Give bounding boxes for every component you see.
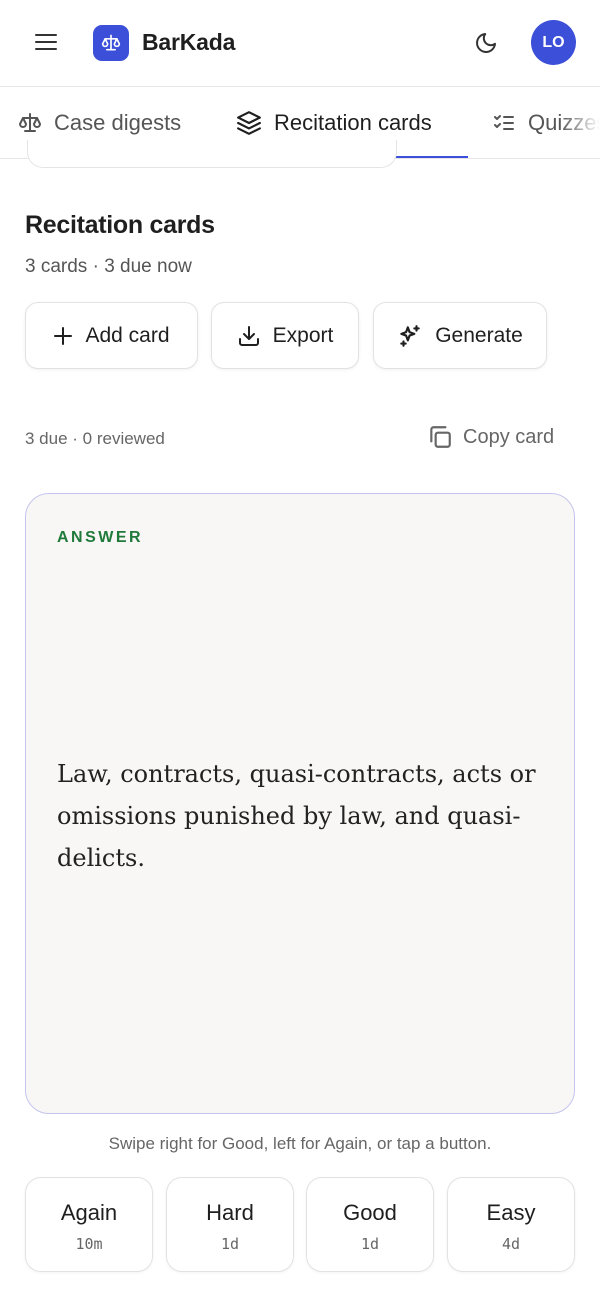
rating-label: Easy — [486, 1200, 536, 1225]
rate-easy-button[interactable]: Easy 4d — [447, 1177, 575, 1272]
download-icon — [238, 325, 259, 346]
rating-interval: 1d — [220, 1235, 240, 1253]
section-subtitle: 3 cards · 3 due now — [25, 256, 192, 277]
button-label: Generate — [435, 323, 523, 347]
checklist-icon — [494, 115, 514, 130]
rating-interval: 1d — [360, 1235, 380, 1253]
section-title: Recitation cards — [25, 211, 215, 239]
moon-icon — [476, 33, 496, 53]
scrolled-pill-remnant — [27, 140, 397, 168]
card-answer-text: Law, contracts, quasi-contracts, acts or… — [57, 760, 536, 872]
card-side-label: ANSWER — [57, 529, 144, 546]
plus-icon — [54, 326, 73, 345]
scales-icon — [101, 34, 121, 51]
sparkles-icon — [400, 324, 420, 347]
rating-interval: 10m — [75, 1235, 103, 1253]
button-label: Copy card — [463, 425, 555, 448]
generate-button[interactable]: Generate — [373, 302, 547, 369]
tab-label: Case digests — [54, 110, 182, 135]
tab-scroll-fade — [560, 88, 600, 158]
copy-icon — [430, 426, 451, 448]
rate-good-button[interactable]: Good 1d — [306, 1177, 434, 1272]
scales-icon — [19, 113, 41, 132]
tab-label: Recitation cards — [274, 110, 432, 135]
rating-label: Again — [60, 1200, 118, 1225]
rating-label: Hard — [206, 1200, 254, 1225]
recitation-card[interactable]: ANSWER Law, contracts, quasi-contracts, … — [25, 493, 575, 1114]
menu-button[interactable] — [30, 26, 62, 58]
rating-interval: 4d — [501, 1235, 521, 1253]
review-status: 3 due · 0 reviewed — [25, 429, 165, 448]
theme-toggle-button[interactable] — [470, 27, 502, 59]
user-avatar[interactable]: LO — [531, 20, 576, 65]
app-brand[interactable]: BarKada — [142, 29, 235, 56]
swipe-hint: Swipe right for Good, left for Again, or… — [108, 1134, 492, 1153]
layers-icon — [237, 111, 261, 135]
button-label: Export — [272, 323, 334, 347]
rating-label: Good — [343, 1200, 397, 1225]
copy-card-button[interactable]: Copy card — [427, 424, 554, 450]
app-logo[interactable] — [93, 25, 129, 61]
rate-hard-button[interactable]: Hard 1d — [166, 1177, 294, 1272]
button-label: Add card — [85, 323, 170, 347]
top-bar: BarKada LO — [0, 0, 600, 87]
add-card-button[interactable]: Add card — [25, 302, 198, 369]
hamburger-icon — [35, 34, 57, 50]
export-button[interactable]: Export — [211, 302, 359, 369]
rate-again-button[interactable]: Again 10m — [25, 1177, 153, 1272]
